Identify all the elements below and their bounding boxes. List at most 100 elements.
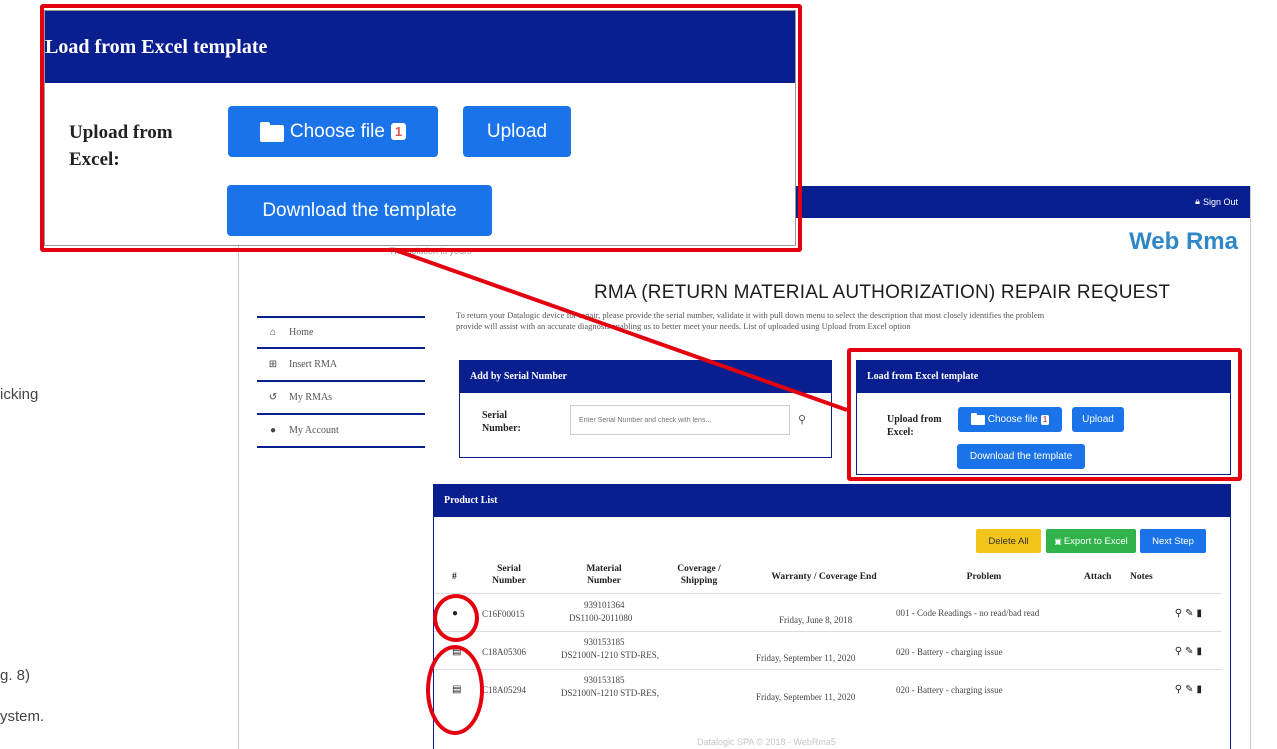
serial-cell: C16F00015: [482, 609, 525, 619]
serial-panel: Add by Serial Number Serial Number: ⚲: [459, 360, 832, 458]
sidebar-item-home[interactable]: ⌂ Home: [257, 316, 425, 349]
column-header-notes: Notes: [1130, 572, 1153, 582]
column-header-problem: Problem: [966, 572, 1002, 582]
edit-icon[interactable]: ✎: [1185, 646, 1193, 657]
zoom-download-template-button[interactable]: Download the template: [227, 185, 492, 236]
doc-fragment-1: icking: [0, 386, 39, 403]
download-template-button[interactable]: Download the template: [957, 444, 1085, 469]
sidebar-item-label: My RMAs: [289, 392, 333, 403]
column-header-warranty: Warranty / Coverage End: [771, 572, 877, 582]
delete-all-button[interactable]: Delete All: [976, 529, 1041, 553]
zoom-choose-file-button[interactable]: Choose file 1: [228, 106, 438, 157]
intro-line-1: To return your Datalogic device for repa…: [456, 310, 1045, 320]
excel-label-line1: Upload from: [887, 414, 942, 425]
product-list-panel: Product List Delete All ▣ Export to Exce…: [433, 484, 1231, 749]
paperclip-icon[interactable]: ⚲: [1175, 646, 1182, 657]
user-icon: ●: [452, 608, 459, 619]
next-step-button[interactable]: Next Step: [1140, 529, 1206, 553]
choose-file-label: Choose file: [987, 414, 1038, 425]
sidebar-item-label: Home: [289, 327, 314, 338]
material-cell-line2: DS1100-2011080: [569, 613, 633, 623]
sidebar-item-label: Insert RMA: [289, 359, 338, 370]
zoom-file-count-badge: 1: [390, 123, 407, 140]
upload-button[interactable]: Upload: [1072, 407, 1124, 432]
serial-label: Serial Number:: [482, 409, 521, 435]
material-cell-line1: 939101364: [584, 600, 625, 610]
edit-icon[interactable]: ✎: [1185, 608, 1193, 619]
table-row[interactable]: ▤ C18A05306 930153185 DS2100N-1210 STD-R…: [434, 631, 1222, 669]
paperclip-icon[interactable]: ⚲: [1175, 608, 1182, 619]
warranty-cell: Friday, September 11, 2020: [756, 653, 856, 663]
sign-out-link[interactable]: 🔒︎ Sign Out: [1195, 196, 1238, 207]
zoom-excel-label: Upload from Excel:: [69, 119, 173, 173]
zoom-callout: Load from Excel template Upload from Exc…: [44, 10, 796, 246]
tagline: The solution is yours: [389, 246, 472, 256]
excel-panel: Load from Excel template Upload from Exc…: [856, 360, 1231, 475]
excel-file-icon: ▣: [1054, 536, 1062, 546]
doc-fragment-2: g. 8): [0, 667, 31, 684]
app-window: 🔒︎ Sign Out Web Rma The solution is your…: [238, 186, 1251, 749]
intro-text: To return your Datalogic device for repa…: [456, 310, 1246, 332]
folder-open-icon: [970, 412, 985, 425]
problem-cell: 020 - Battery - charging issue: [896, 685, 1003, 695]
file-icon: ▤: [452, 684, 462, 695]
zoom-excel-label-line2: Excel:: [69, 149, 120, 170]
column-header-attach: Attach: [1084, 572, 1112, 582]
sidebar: ⌂ Home ⊞ Insert RMA ↺ My RMAs ● My Accou…: [257, 316, 425, 448]
paperclip-icon[interactable]: ⚲: [1175, 684, 1182, 695]
material-cell-line2: DS2100N-1210 STD-RES,: [561, 650, 660, 660]
zoom-excel-label-line1: Upload from: [69, 122, 173, 143]
plus-square-icon: ⊞: [268, 359, 278, 370]
column-header-serial: Serial Number: [479, 563, 539, 587]
column-header-serial-l2: Number: [492, 576, 526, 586]
folder-open-icon: [259, 121, 284, 142]
export-excel-button[interactable]: ▣ Export to Excel: [1046, 529, 1136, 553]
trash-icon[interactable]: ▮: [1196, 646, 1202, 657]
file-icon: ▤: [452, 646, 462, 657]
serial-panel-title: Add by Serial Number: [460, 361, 831, 393]
material-cell-line1: 930153185: [584, 637, 625, 647]
zoom-upload-button[interactable]: Upload: [463, 106, 571, 157]
page-title: RMA (RETURN MATERIAL AUTHORIZATION) REPA…: [594, 282, 1171, 303]
problem-cell: 001 - Code Readings - no read/bad read: [896, 608, 1040, 618]
trash-icon[interactable]: ▮: [1196, 608, 1202, 619]
row-actions: ⚲ ✎ ▮: [1175, 646, 1202, 657]
file-count-badge: 1: [1040, 414, 1050, 425]
user-icon: ●: [269, 425, 277, 436]
lock-icon: 🔒︎: [1195, 196, 1200, 206]
search-icon[interactable]: ⚲: [798, 413, 806, 426]
serial-input[interactable]: [570, 405, 790, 435]
table-row[interactable]: ▤ C18A05294 930153185 DS2100N-1210 STD-R…: [434, 669, 1222, 707]
column-header-coverage: Coverage / Shipping: [659, 563, 739, 587]
zoom-panel-title-text: Load from Excel template: [45, 36, 268, 58]
home-icon: ⌂: [269, 327, 276, 338]
column-header-coverage-l1: Coverage /: [677, 564, 721, 574]
table-row[interactable]: ● C16F00015 939101364 DS1100-2011080 Fri…: [434, 593, 1222, 631]
zoom-panel-title: Load from Excel template: [45, 11, 795, 83]
product-list-title: Product List: [434, 485, 1230, 517]
sidebar-item-my-rmas[interactable]: ↺ My RMAs: [257, 382, 425, 415]
material-cell-line1: 930153185: [584, 675, 625, 685]
column-header-serial-l1: Serial: [497, 564, 521, 574]
material-cell-line2: DS2100N-1210 STD-RES,: [561, 688, 660, 698]
warranty-cell: Friday, June 8, 2018: [779, 615, 853, 625]
sidebar-item-insert-rma[interactable]: ⊞ Insert RMA: [257, 349, 425, 382]
warranty-cell: Friday, September 11, 2020: [756, 692, 856, 702]
row-actions: ⚲ ✎ ▮: [1175, 608, 1202, 619]
trash-icon[interactable]: ▮: [1196, 684, 1202, 695]
brand-title: Web Rma: [1129, 228, 1238, 255]
excel-label: Upload from Excel:: [887, 413, 942, 439]
choose-file-button[interactable]: Choose file 1: [958, 407, 1062, 432]
column-header-material-l2: Number: [587, 576, 621, 586]
column-header-index: #: [452, 572, 457, 582]
intro-line-2: provide will assist with an accurate dia…: [456, 321, 911, 331]
footer: Datalogic SPA © 2018 - WebRma5: [697, 737, 836, 747]
row-actions: ⚲ ✎ ▮: [1175, 684, 1202, 695]
doc-fragment-3: ystem.: [0, 708, 45, 725]
edit-icon[interactable]: ✎: [1185, 684, 1193, 695]
serial-label-line2: Number:: [482, 423, 521, 434]
sidebar-item-my-account[interactable]: ● My Account: [257, 415, 425, 448]
sidebar-item-label: My Account: [289, 425, 339, 436]
column-header-material-l1: Material: [586, 564, 622, 574]
serial-label-line1: Serial: [482, 410, 507, 421]
